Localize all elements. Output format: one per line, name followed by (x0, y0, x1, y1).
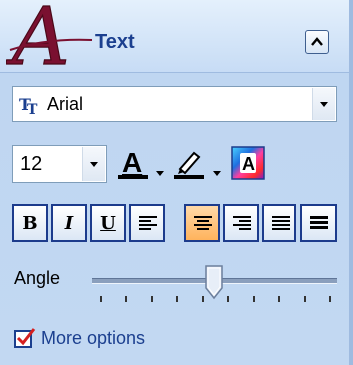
italic-button[interactable]: I (51, 204, 87, 242)
angle-tick (253, 296, 255, 302)
angle-tick (227, 296, 229, 302)
size-dropdown-button[interactable] (82, 147, 105, 181)
angle-slider-ticks (92, 296, 337, 304)
text-logo-icon: A (6, 0, 93, 76)
text-color-icon: A (118, 147, 148, 179)
font-dropdown-button[interactable] (312, 88, 335, 120)
collapse-button[interactable] (305, 30, 329, 54)
italic-label: I (64, 212, 74, 234)
font-size-value: 12 (20, 153, 43, 175)
angle-tick (100, 296, 102, 302)
text-effects-icon: A (231, 146, 265, 180)
align-left-button[interactable] (129, 204, 165, 242)
align-right-icon (233, 216, 251, 230)
highlight-color-dropdown[interactable] (213, 163, 221, 181)
justify-icon (272, 216, 290, 230)
align-center-button[interactable] (184, 204, 220, 242)
angle-tick (125, 296, 127, 302)
angle-tick (202, 296, 204, 302)
checkbox-icon (14, 328, 36, 348)
font-family-value: Arial (47, 94, 84, 114)
distribute-button[interactable] (300, 204, 337, 242)
text-effects-glyph: A (242, 154, 255, 174)
panel-title: Text (95, 31, 135, 53)
panel-header: A Text (0, 0, 349, 76)
angle-label: Angle (14, 268, 61, 288)
distribute-icon (310, 216, 328, 229)
chevron-down-icon (156, 171, 164, 176)
more-options-label: More options (41, 328, 146, 348)
angle-tick (304, 296, 306, 302)
highlight-color-button[interactable] (172, 145, 208, 183)
highlighter-icon (174, 151, 204, 179)
text-color-glyph: A (122, 147, 142, 178)
chevron-up-icon (311, 37, 323, 46)
text-color-button[interactable]: A (116, 145, 152, 183)
align-center-icon (194, 216, 212, 230)
font-size-select[interactable]: 12 (12, 145, 107, 183)
chevron-down-icon (90, 162, 98, 167)
underline-label: U (100, 212, 116, 234)
angle-tick (151, 296, 153, 302)
bold-button[interactable]: B (12, 204, 48, 242)
angle-tick (176, 296, 178, 302)
angle-tick (329, 296, 331, 302)
justify-button[interactable] (262, 204, 296, 242)
chevron-down-icon (213, 171, 221, 176)
font-tt-icon: T T (19, 95, 38, 115)
underline-button[interactable]: U (90, 204, 126, 242)
text-effects-button[interactable]: A (231, 145, 267, 183)
angle-slider-thumb[interactable] (204, 264, 224, 300)
chevron-down-icon (320, 102, 328, 107)
font-family-select[interactable]: T T Arial (12, 86, 337, 122)
svg-text:T: T (27, 102, 38, 115)
angle-tick (278, 296, 280, 302)
align-left-icon (139, 216, 157, 230)
text-color-dropdown[interactable] (156, 163, 164, 181)
align-right-button[interactable] (223, 204, 259, 242)
text-panel: A Text T T Arial 12 A A B I U Angle More… (0, 0, 353, 365)
bold-label: B (22, 212, 38, 234)
logo-letter: A (6, 0, 70, 76)
